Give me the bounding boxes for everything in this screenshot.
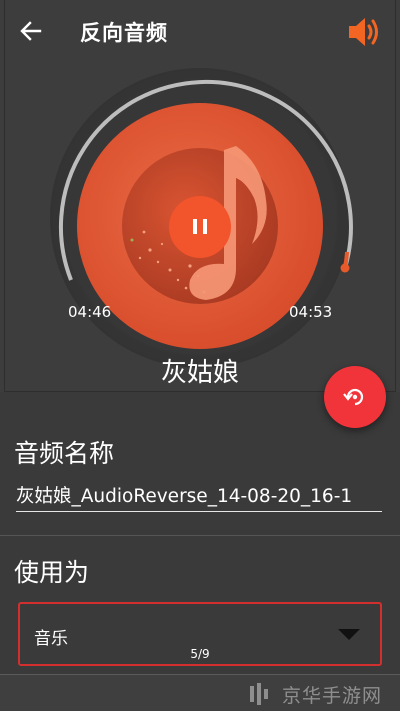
use-as-selected: 音乐 [34, 629, 68, 649]
page-indicator: 5/9 [190, 647, 210, 661]
elapsed-time: 04:46 [68, 303, 112, 321]
reverse-replay-icon [343, 388, 364, 406]
total-time: 04:53 [289, 303, 333, 321]
use-as-label: 使用为 [14, 558, 90, 587]
pause-button[interactable] [169, 196, 231, 258]
progress-thumb[interactable] [340, 263, 350, 273]
audio-name-label: 音频名称 [14, 439, 115, 468]
chevron-down-icon [338, 629, 360, 640]
watermark-logo-icon [246, 679, 276, 709]
divider [0, 535, 400, 536]
watermark-text: 京华手游网 [282, 684, 383, 707]
reverse-button[interactable] [324, 366, 386, 428]
audio-name-input[interactable]: 灰姑娘_AudioReverse_14-08-20_16-1 [16, 480, 382, 512]
player-visual [50, 68, 353, 368]
watermark: 京华手游网 [246, 678, 398, 710]
